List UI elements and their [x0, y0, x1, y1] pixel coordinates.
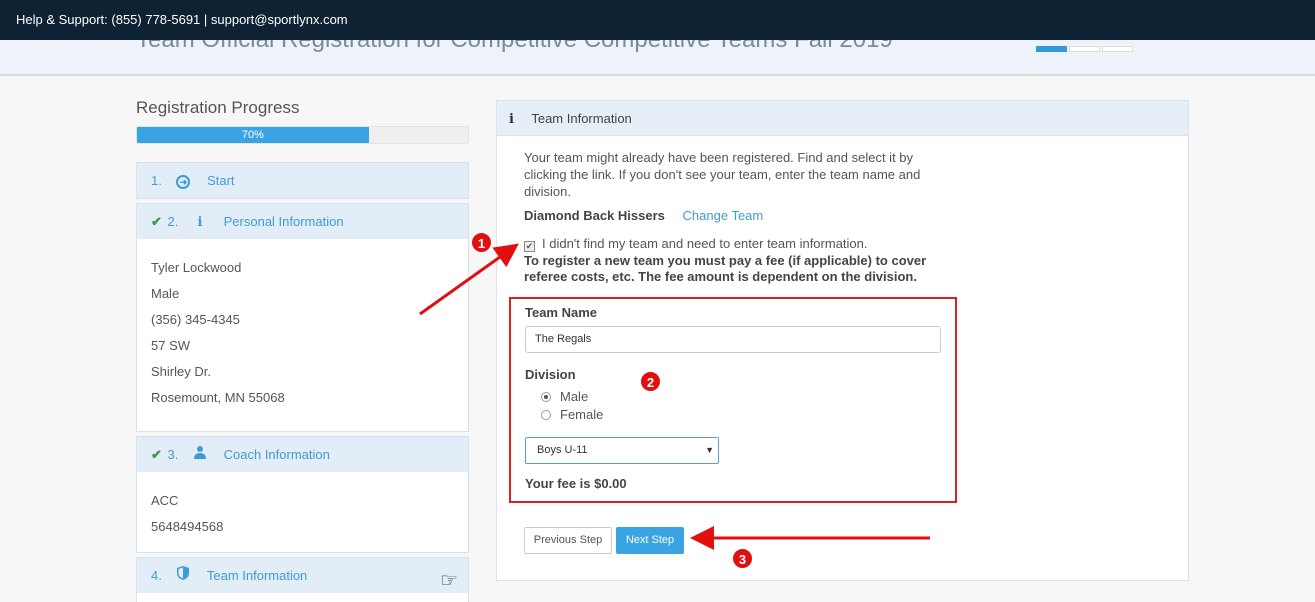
next-step-button[interactable]: Next Step: [616, 527, 684, 554]
progress-heading: Registration Progress: [136, 98, 300, 117]
detail-coach-phone: 5648494568: [151, 519, 224, 534]
step-coach-information: ✔ 3. Coach Information ACC 5648494568: [136, 436, 469, 553]
detail-coach-name: ACC: [151, 493, 179, 508]
annotation-highlight-box: Team Name The Regals Division Male Femal…: [509, 297, 957, 503]
age-group-select[interactable]: Boys U-11 ▼: [525, 437, 719, 464]
header-button-primary[interactable]: [1036, 46, 1067, 52]
age-group-value: Boys U-11: [537, 444, 588, 456]
step-personal-information: ✔ 2. i Personal Information Tyler Lockwo…: [136, 203, 469, 432]
step-number: 2.: [167, 214, 179, 229]
division-label: Division: [525, 367, 576, 382]
panel-header: i Team Information: [497, 101, 1188, 136]
header-button-tertiary[interactable]: [1102, 46, 1133, 52]
radio-label-female: Female: [560, 407, 604, 422]
detail-address-line1: 57 SW: [151, 338, 191, 353]
detail-address-line2: Shirley Dr.: [151, 364, 211, 379]
radio-label-male: Male: [560, 389, 589, 404]
step-number: 3.: [167, 447, 179, 462]
header-button-secondary[interactable]: [1069, 46, 1100, 52]
detail-phone: (356) 345-4345: [151, 312, 240, 327]
annotation-badge-1: 1: [471, 232, 492, 253]
new-team-checkbox-label: I didn't find my team and need to enter …: [542, 236, 868, 251]
chevron-down-icon: ▼: [705, 445, 714, 455]
intro-text: Your team might already have been regist…: [524, 150, 921, 199]
change-team-link[interactable]: Change Team: [683, 208, 764, 223]
radio-selected[interactable]: [541, 392, 551, 402]
progress-bar: 70%: [136, 126, 469, 144]
selected-team-row: Diamond Back Hissers Change Team: [524, 208, 763, 223]
new-team-checkbox[interactable]: ✔: [524, 241, 535, 252]
division-radio-female[interactable]: Female: [541, 407, 603, 422]
step-header[interactable]: 4. Team Information ☞: [137, 558, 468, 593]
annotation-badge-2: 2: [640, 371, 661, 392]
checkmark-icon: ✔: [151, 214, 162, 229]
step-header[interactable]: ✔ 2. i Personal Information: [137, 204, 468, 239]
detail-gender: Male: [151, 286, 180, 301]
team-information-panel: i Team Information Your team might alrea…: [496, 100, 1189, 581]
progress-column: Registration Progress 70%: [136, 98, 469, 144]
step-start[interactable]: 1. ➜ Start: [136, 162, 469, 199]
support-contact: Help & Support: (855) 778-5691 | support…: [16, 12, 348, 27]
fee-warning: To register a new team you must pay a fe…: [524, 253, 927, 284]
step-number: 4.: [151, 568, 162, 583]
topbar: Help & Support: (855) 778-5691 | support…: [0, 0, 1315, 40]
detail-city-state-zip: Rosemount, MN 55068: [151, 390, 285, 405]
progress-bar-fill: 70%: [137, 127, 369, 143]
step-header[interactable]: ✔ 3. Coach Information: [137, 437, 468, 472]
detail-name: Tyler Lockwood: [151, 260, 242, 275]
annotation-badge-3: 3: [732, 548, 753, 569]
checkmark-icon: ✔: [151, 447, 162, 462]
arrow-circle-right-icon: ➜: [175, 163, 191, 198]
hand-pointer-icon: ☞: [440, 570, 458, 592]
page-title: Team Official Registration for Competiti…: [136, 40, 893, 54]
step-header[interactable]: 1. ➜ Start: [137, 163, 468, 198]
page-header: Team Official Registration for Competiti…: [0, 40, 1315, 76]
selected-team-name: Diamond Back Hissers: [524, 208, 665, 223]
header-button-group: [1036, 40, 1135, 55]
step-label: Start: [207, 173, 235, 188]
division-radio-male[interactable]: Male: [541, 389, 588, 404]
fee-amount: Your fee is $0.00: [525, 476, 627, 491]
step-label: Coach Information: [223, 447, 330, 462]
info-icon: i: [197, 215, 203, 230]
step-details: Tyler Lockwood Male (356) 345-4345 57 SW…: [137, 239, 468, 411]
step-number: 1.: [151, 173, 162, 188]
new-team-checkbox-row[interactable]: ✔ I didn't find my team and need to enter…: [524, 236, 868, 252]
step-details: ACC 5648494568: [137, 472, 468, 540]
step-team-information[interactable]: 4. Team Information ☞: [136, 557, 469, 602]
shield-icon: [175, 558, 191, 593]
step-label: Team Information: [206, 568, 308, 583]
radio-unselected[interactable]: [541, 410, 551, 420]
step-label: Personal Information: [223, 214, 344, 229]
previous-step-button[interactable]: Previous Step: [524, 527, 612, 554]
info-icon: i: [509, 112, 514, 127]
team-name-label: Team Name: [525, 305, 598, 320]
user-icon: [192, 437, 208, 472]
panel-title: Team Information: [531, 111, 632, 126]
team-name-input[interactable]: The Regals: [525, 326, 941, 353]
